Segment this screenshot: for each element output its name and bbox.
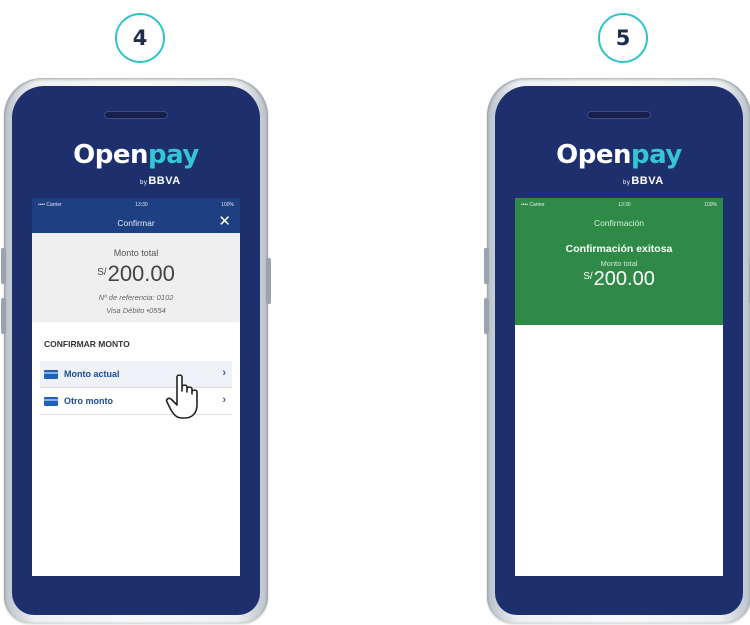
phone-bezel: Openpay byBBVA •••• Carrier 13:30 100% C… [495,86,743,615]
total-label: Monto total [113,248,159,258]
openpay-logo: Openpay byBBVA [556,140,682,187]
step-4-badge: 4 [115,13,165,63]
phone-mockup-confirm: Openpay byBBVA •••• Carrier 13:30 100% C… [1,78,271,623]
volume-button [484,298,489,334]
credit-card-icon [44,369,58,379]
speaker-grill [588,112,650,118]
status-bar: •••• Carrier 13:30 100% [38,202,234,208]
success-panel: •••• Carrier 13:30 100% Confirmación Con… [515,198,723,325]
volume-button [1,298,6,334]
app-screen-success: •••• Carrier 13:30 100% Confirmación Con… [515,198,723,576]
credit-card-icon [44,396,58,406]
phone-bezel: Openpay byBBVA •••• Carrier 13:30 100% C… [12,86,260,615]
chevron-right-icon: › [222,394,226,406]
section-title: CONFIRMAR MONTO [44,339,130,349]
step-5-badge: 5 [598,13,648,63]
nav-title: Confirmar [117,217,155,228]
phone-mockup-success: Openpay byBBVA •••• Carrier 13:30 100% C… [484,78,750,623]
speaker-grill [105,112,167,118]
reference-number: Nº de referencia: 0102 [98,293,174,302]
option-label: Otro monto [64,396,113,406]
total-amount: S/200.00 [97,261,175,286]
total-label: Monto total [600,259,638,268]
power-button [266,258,271,304]
openpay-logo: Openpay byBBVA [73,140,199,187]
chevron-right-icon: › [222,367,226,379]
option-label: Monto actual [64,369,120,379]
nav-title: Confirmación [593,217,645,228]
success-message: Confirmación exitosa [565,243,673,255]
total-amount: S/200.00 [583,268,655,290]
pointing-hand-icon [165,374,198,419]
volume-button [484,248,489,284]
nav-bar: Confirmación [515,212,723,233]
close-icon[interactable]: ✕ [218,214,231,229]
status-bar: •••• Carrier 13:30 100% [521,202,717,208]
nav-bar: Confirmar ✕ [32,212,240,233]
card-info: Visa Débito •0554 [106,306,166,315]
app-screen-confirm: •••• Carrier 13:30 100% Confirmar ✕ Mont… [32,198,240,576]
volume-button [1,248,6,284]
payment-summary: Monto total S/200.00 Nº de referencia: 0… [32,233,240,322]
app-header: •••• Carrier 13:30 100% Confirmar ✕ [32,198,240,233]
